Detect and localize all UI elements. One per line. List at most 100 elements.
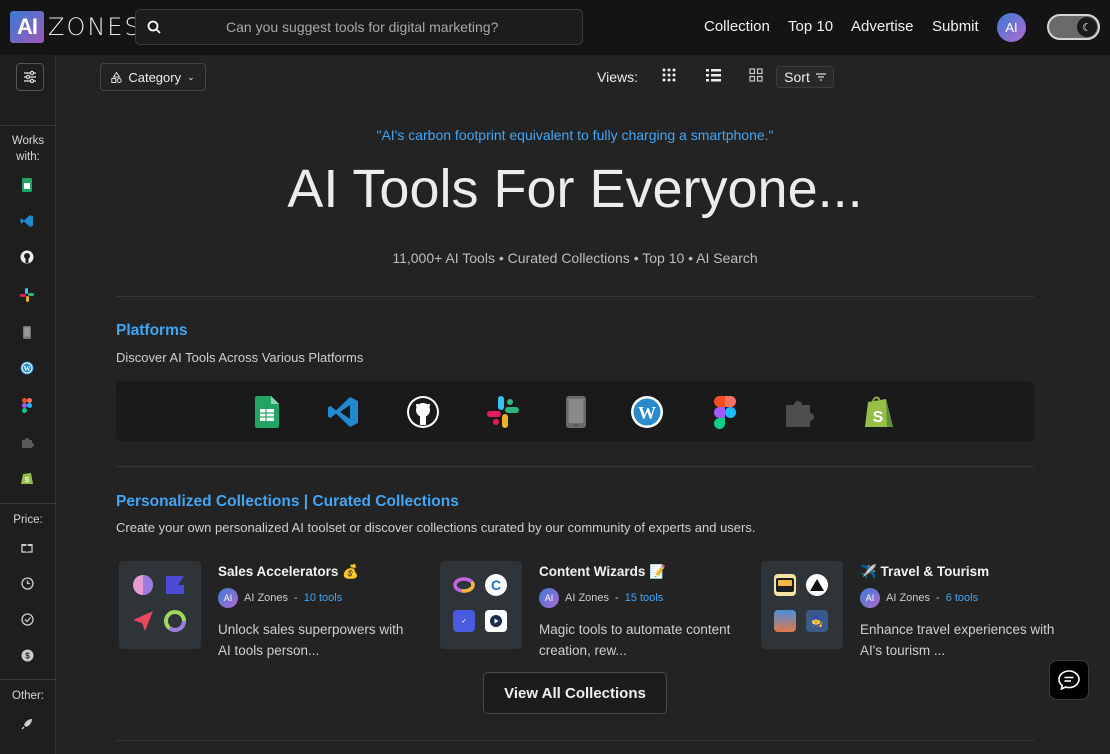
nav-advertise[interactable]: Advertise	[851, 18, 914, 35]
tool-logo-icon	[774, 610, 796, 632]
collection-author: AI AI Zones - 15 tools	[539, 588, 663, 608]
dollar-icon[interactable]: $	[18, 646, 36, 664]
tool-logo-icon	[164, 574, 186, 596]
shopify-icon[interactable]: S	[18, 469, 36, 487]
github-icon[interactable]	[18, 248, 36, 266]
collection-title[interactable]: Content Wizards 📝	[539, 564, 666, 580]
moon-icon: ☾	[1077, 17, 1097, 37]
divider	[0, 125, 56, 126]
top-navbar: AI ZONES Collection Top 10 Advertise Sub…	[0, 0, 1110, 55]
search-icon[interactable]	[136, 20, 172, 34]
category-label: Category	[128, 69, 182, 85]
collection-card[interactable]: C ✓ Content Wizards 📝 AI AI Zones - 15 t…	[440, 561, 740, 661]
svg-text:S: S	[25, 477, 30, 484]
price-label: Price:	[13, 514, 43, 526]
plugin-icon[interactable]	[18, 433, 36, 451]
category-dropdown[interactable]: Category ⌄	[100, 63, 206, 91]
shopify-icon[interactable]: S	[862, 395, 896, 429]
github-icon[interactable]	[406, 395, 440, 429]
check-circle-icon[interactable]	[18, 610, 36, 628]
collection-author: AI AI Zones - 6 tools	[860, 588, 978, 608]
view-all-collections-button[interactable]: View All Collections	[483, 672, 667, 714]
collection-thumbnail: C ✓	[440, 561, 522, 649]
views-label: Views:	[597, 69, 638, 85]
chevron-down-icon: ⌄	[187, 71, 195, 82]
mobile-icon[interactable]	[559, 395, 593, 429]
tool-logo-icon: C	[485, 574, 507, 596]
vscode-icon[interactable]	[18, 212, 36, 230]
collection-card[interactable]: Sales Accelerators 💰 AI AI Zones - 10 to…	[119, 561, 419, 661]
collection-thumbnail: 🧙	[761, 561, 843, 649]
google-sheets-icon[interactable]	[250, 395, 284, 429]
sort-button[interactable]: Sort	[776, 66, 834, 88]
clock-icon[interactable]	[18, 574, 36, 592]
collection-author: AI AI Zones - 10 tools	[218, 588, 342, 608]
tool-logo-icon	[132, 610, 154, 632]
slack-icon[interactable]	[486, 395, 520, 429]
nav-collection[interactable]: Collection	[704, 18, 770, 35]
tool-count: 15 tools	[624, 592, 664, 604]
figma-icon[interactable]	[18, 396, 36, 414]
collections-title[interactable]: Personalized Collections | Curated Colle…	[116, 493, 459, 511]
wordpress-icon[interactable]: W	[630, 395, 664, 429]
mobile-icon[interactable]	[18, 323, 36, 341]
gift-icon[interactable]	[18, 538, 36, 556]
svg-text:$: $	[25, 651, 30, 660]
collection-description: Unlock sales superpowers with AI tools p…	[218, 622, 404, 658]
figma-icon[interactable]	[708, 395, 742, 429]
works-with-label: Works with:	[11, 135, 45, 163]
hero-subtitle: 11,000+ AI Tools • Curated Collections •…	[392, 250, 758, 266]
divider	[116, 466, 1034, 467]
platforms-title: Platforms	[116, 322, 188, 339]
chat-button[interactable]	[1049, 660, 1089, 700]
tool-logo-icon	[806, 574, 828, 596]
author-avatar: AI	[860, 588, 880, 608]
collection-description: Magic tools to automate content creation…	[539, 622, 731, 658]
collection-title[interactable]: ✈️ Travel & Tourism	[860, 564, 989, 580]
svg-text:S: S	[873, 409, 884, 426]
author-avatar: AI	[218, 588, 238, 608]
filter-settings-button[interactable]	[16, 63, 44, 91]
logo[interactable]: AI ZONES	[10, 11, 142, 43]
author-name: AI Zones	[886, 592, 931, 604]
logo-text: ZONES	[48, 13, 142, 41]
grid-view-icon[interactable]	[749, 68, 765, 84]
other-label: Other:	[12, 690, 44, 702]
search-bar[interactable]	[135, 9, 583, 45]
slack-icon[interactable]	[18, 286, 36, 304]
avatar[interactable]: AI	[997, 13, 1026, 42]
plugin-icon[interactable]	[783, 395, 817, 429]
hero-quote: "AI's carbon footprint equivalent to ful…	[376, 127, 774, 143]
collection-card[interactable]: 🧙 ✈️ Travel & Tourism AI AI Zones - 6 to…	[761, 561, 1061, 661]
tool-logo-icon: ✓	[453, 610, 475, 632]
nav-top-10[interactable]: Top 10	[788, 18, 833, 35]
divider	[116, 740, 1034, 741]
vscode-icon[interactable]	[326, 395, 360, 429]
search-input[interactable]	[226, 19, 566, 35]
author-separator: -	[615, 592, 619, 604]
collection-thumbnail	[119, 561, 201, 649]
theme-toggle[interactable]: ☾	[1047, 14, 1100, 40]
collection-description: Enhance travel experiences with AI's tou…	[860, 622, 1055, 658]
sliders-icon	[24, 70, 36, 84]
list-view-icon[interactable]	[706, 68, 722, 84]
tool-logo-icon	[132, 574, 154, 596]
google-sheets-icon[interactable]	[18, 176, 36, 194]
collection-title[interactable]: Sales Accelerators 💰	[218, 564, 359, 580]
sidebar: Works with: W S Price: $ Other:	[0, 55, 56, 754]
author-separator: -	[294, 592, 298, 604]
svg-text:W: W	[638, 403, 656, 423]
nav-submit[interactable]: Submit	[932, 18, 979, 35]
wordpress-icon[interactable]: W	[18, 359, 36, 377]
author-name: AI Zones	[565, 592, 610, 604]
grid-dense-view-icon[interactable]	[662, 68, 678, 84]
divider	[0, 503, 56, 504]
shapes-icon	[111, 71, 123, 83]
divider	[116, 296, 1034, 297]
divider	[0, 679, 56, 680]
author-name: AI Zones	[244, 592, 289, 604]
rocket-icon[interactable]	[18, 715, 36, 733]
logo-mark: AI	[10, 11, 44, 43]
tool-count: 10 tools	[303, 592, 343, 604]
svg-text:W: W	[24, 365, 31, 373]
